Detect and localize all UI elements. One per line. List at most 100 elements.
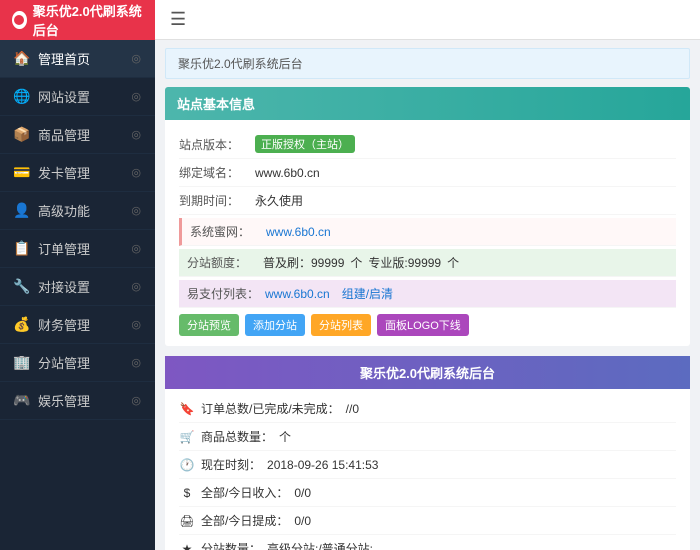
sidebar-item-dashboard[interactable]: 🏠 管理首页 ◎ <box>0 40 155 78</box>
station-info-header: 站点基本信息 <box>165 87 690 120</box>
product-stats-label: 商品总数量： <box>201 428 273 445</box>
complete-stats-row: 🖨 全部/今日提成： 0/0 <box>179 507 676 535</box>
system-url-link[interactable]: www.6b0.cn <box>266 225 331 239</box>
product-stats-value: 个 <box>279 428 291 445</box>
complete-stats-value: 0/0 <box>294 514 311 528</box>
income-stats-label: 全部/今日收入： <box>201 484 288 501</box>
stats-header: 聚乐优2.0代刷系统后台 <box>165 356 690 389</box>
card-icon: 💳 <box>14 165 30 181</box>
sidebar-item-entertainment[interactable]: 🎮 娱乐管理 ◎ <box>0 382 155 420</box>
sidebar-item-site-settings[interactable]: 🌐 网站设置 ◎ <box>0 78 155 116</box>
sidebar-item-card-mgmt[interactable]: 💳 发卡管理 ◎ <box>0 154 155 192</box>
time-stats-icon: 🕐 <box>179 458 195 472</box>
domain-value: www.6b0.cn <box>255 166 320 180</box>
easy-pay-label: 易支付列表： <box>187 285 259 302</box>
sidebar-label-card: 发卡管理 <box>38 163 90 182</box>
version-row: 站点版本： 正版授权（主站） <box>179 130 676 159</box>
sidebar-item-branch[interactable]: 🏢 分站管理 ◎ <box>0 344 155 382</box>
domain-row: 绑定域名： www.6b0.cn <box>179 159 676 187</box>
sidebar-label-finance: 财务管理 <box>38 315 90 334</box>
branch-unit1: 个 <box>350 254 362 271</box>
stats-card: 聚乐优2.0代刷系统后台 🔖 订单总数/已完成/未完成： //0 🛒 商品总数量… <box>165 356 690 550</box>
station-info-title: 站点基本信息 <box>177 97 255 112</box>
order-icon: 📋 <box>14 241 30 257</box>
payment-icon: 🔧 <box>14 279 30 295</box>
time-stats-label: 现在时刻： <box>201 456 261 473</box>
add-branch-button[interactable]: 添加分站 <box>245 314 305 336</box>
complete-stats-icon: 🖨 <box>179 514 195 528</box>
sidebar-label-payment: 对接设置 <box>38 277 90 296</box>
time-stats-row: 🕐 现在时刻： 2018-09-26 15:41:53 <box>179 451 676 479</box>
arrow-advanced: ◎ <box>131 204 141 217</box>
arrow-finance: ◎ <box>131 318 141 331</box>
version-label: 站点版本： <box>179 136 249 153</box>
branch-unit2: 个 <box>447 254 459 271</box>
stats-title: 聚乐优2.0代刷系统后台 <box>360 366 495 381</box>
entertainment-icon: 🎮 <box>14 393 30 409</box>
app-title: 聚乐优2.0代刷系统后台 <box>33 1 143 39</box>
branch-row: 分站额度： 普及刷：99999 个 专业版:99999 个 <box>179 249 676 277</box>
sidebar-label-entertainment: 娱乐管理 <box>38 391 90 410</box>
breadcrumb: 聚乐优2.0代刷系统后台 <box>165 48 690 79</box>
branch-label: 分站额度： <box>187 254 257 271</box>
arrow-branch: ◎ <box>131 356 141 369</box>
sidebar-label-branch: 分站管理 <box>38 353 90 372</box>
order-stats-icon: 🔖 <box>179 402 195 416</box>
sidebar-item-product-mgmt[interactable]: 📦 商品管理 ◎ <box>0 116 155 154</box>
branch-list-button[interactable]: 分站列表 <box>311 314 371 336</box>
sidebar: 聚乐优2.0代刷系统后台 🏠 管理首页 ◎ 🌐 网站设置 ◎ 📦 商品管理 ◎ … <box>0 0 155 550</box>
arrow-order: ◎ <box>131 242 141 255</box>
order-stats-label: 订单总数/已完成/未完成： <box>201 400 340 417</box>
sidebar-label-product: 商品管理 <box>38 125 90 144</box>
order-stats-row: 🔖 订单总数/已完成/未完成： //0 <box>179 395 676 423</box>
product-icon: 📦 <box>14 127 30 143</box>
domain-label: 绑定域名： <box>179 164 249 181</box>
arrow-card: ◎ <box>131 166 141 179</box>
sidebar-logo: 聚乐优2.0代刷系统后台 <box>0 0 155 40</box>
system-url-label: 系统蜜网： <box>190 223 260 240</box>
easy-pay-link[interactable]: www.6b0.cn <box>265 287 330 301</box>
branch-stats-label: 分站数量： <box>201 540 261 550</box>
arrow-site: ◎ <box>131 90 141 103</box>
order-stats-value: //0 <box>346 402 359 416</box>
arrow-product: ◎ <box>131 128 141 141</box>
site-settings-icon: 🌐 <box>14 89 30 105</box>
branch-preview-button[interactable]: 分站预览 <box>179 314 239 336</box>
station-info-card: 站点基本信息 站点版本： 正版授权（主站） 绑定域名： www.6b0.cn 到… <box>165 87 690 346</box>
income-stats-icon: $ <box>179 486 195 500</box>
sidebar-item-order-mgmt[interactable]: 📋 订单管理 ◎ <box>0 230 155 268</box>
arrow-entertainment: ◎ <box>131 394 141 407</box>
branch-stats-icon: ★ <box>179 542 195 550</box>
system-url-row: 系统蜜网： www.6b0.cn <box>179 218 676 246</box>
product-stats-icon: 🛒 <box>179 430 195 444</box>
expire-label: 到期时间： <box>179 192 249 209</box>
sidebar-label-dashboard: 管理首页 <box>38 49 90 68</box>
arrow-payment: ◎ <box>131 280 141 293</box>
expire-row: 到期时间： 永久使用 <box>179 187 676 215</box>
hamburger-icon[interactable]: ☰ <box>170 9 186 30</box>
arrow-dashboard: ◎ <box>131 52 141 65</box>
sidebar-item-advanced[interactable]: 👤 高级功能 ◎ <box>0 192 155 230</box>
advanced-icon: 👤 <box>14 203 30 219</box>
branch-pro: 专业版:99999 <box>368 254 441 271</box>
sidebar-item-finance[interactable]: 💰 财务管理 ◎ <box>0 306 155 344</box>
branch-stats-row: ★ 分站数量： 高级分站:/普通分站: <box>179 535 676 550</box>
finance-icon: 💰 <box>14 317 30 333</box>
time-stats-value: 2018-09-26 15:41:53 <box>267 458 378 472</box>
product-stats-row: 🛒 商品总数量： 个 <box>179 423 676 451</box>
easy-pay-row: 易支付列表： www.6b0.cn 组建/启清 <box>179 280 676 308</box>
sidebar-item-payment[interactable]: 🔧 对接设置 ◎ <box>0 268 155 306</box>
station-info-body: 站点版本： 正版授权（主站） 绑定域名： www.6b0.cn 到期时间： 永久… <box>165 120 690 346</box>
sidebar-label-site-settings: 网站设置 <box>38 87 90 106</box>
panel-transfer-button[interactable]: 面板LOGO下线 <box>377 314 469 336</box>
sidebar-label-advanced: 高级功能 <box>38 201 90 220</box>
content-area: 聚乐优2.0代刷系统后台 站点基本信息 站点版本： 正版授权（主站） 绑定域名：… <box>155 40 700 550</box>
branch-icon: 🏢 <box>14 355 30 371</box>
dashboard-icon: 🏠 <box>14 51 30 67</box>
income-stats-row: $ 全部/今日收入： 0/0 <box>179 479 676 507</box>
branch-popular: 普及刷：99999 <box>263 254 344 271</box>
breadcrumb-text: 聚乐优2.0代刷系统后台 <box>178 57 303 71</box>
sidebar-label-order: 订单管理 <box>38 239 90 258</box>
easy-pay-action[interactable]: 组建/启清 <box>342 285 393 302</box>
complete-stats-label: 全部/今日提成： <box>201 512 288 529</box>
